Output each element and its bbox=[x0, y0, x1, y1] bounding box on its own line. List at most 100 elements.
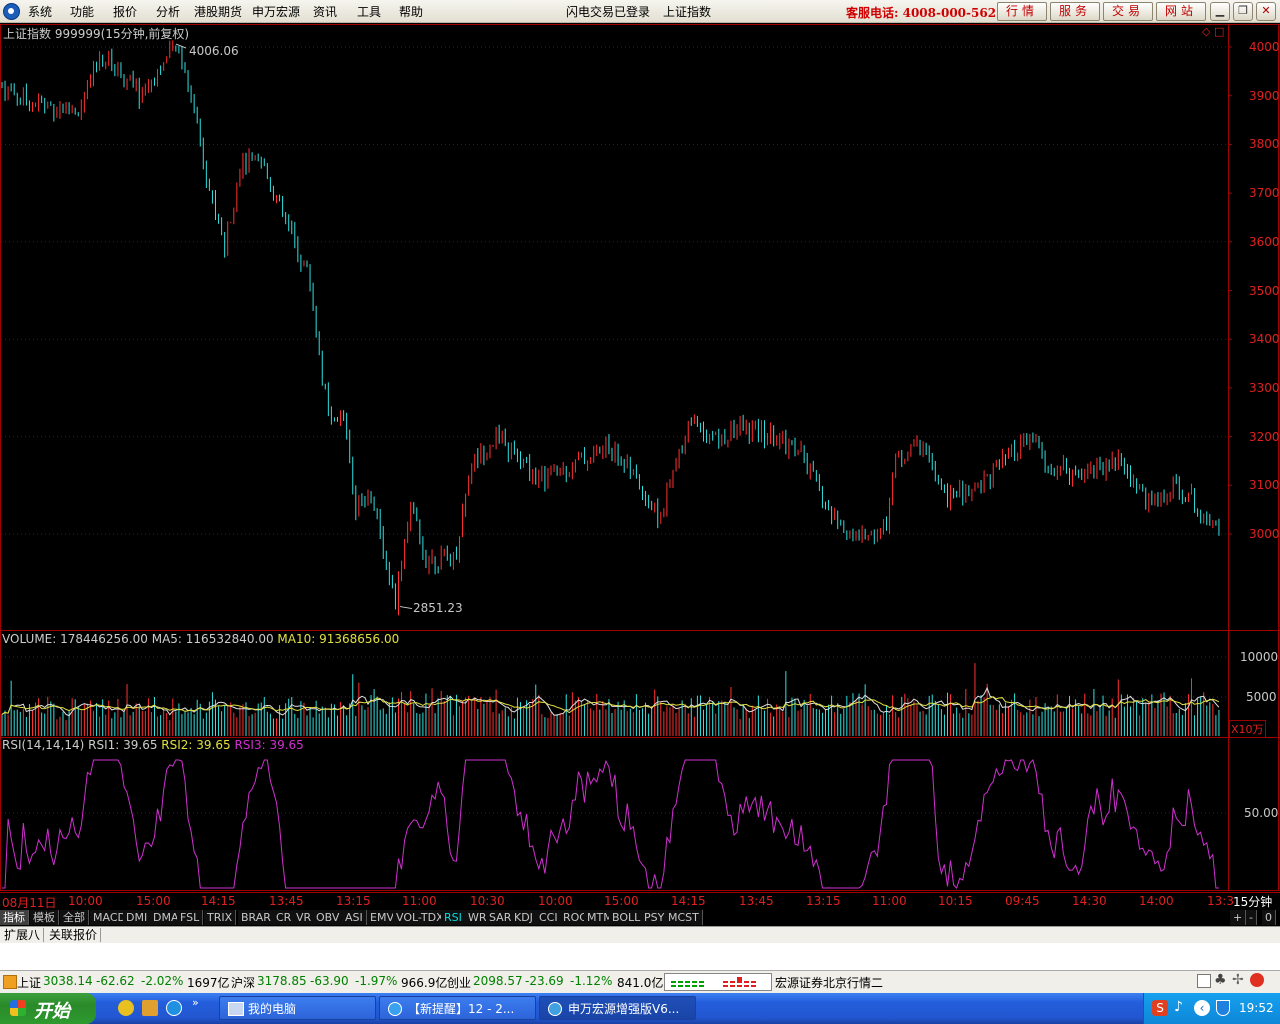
tab-asi[interactable]: ASI bbox=[342, 910, 367, 925]
quotes-button[interactable]: 行情 bbox=[997, 2, 1047, 21]
menu-tools[interactable]: 工具 bbox=[357, 3, 381, 20]
start-button[interactable]: 开始 bbox=[0, 993, 96, 1024]
trade-button[interactable]: 交易 bbox=[1103, 2, 1153, 21]
diamond-icon[interactable]: ◇ □ bbox=[1202, 25, 1224, 38]
alert-icon[interactable] bbox=[1250, 973, 1264, 987]
ie-icon[interactable] bbox=[166, 1000, 182, 1016]
sh-pct: -2.02% bbox=[141, 974, 184, 988]
sh-name: 上证 bbox=[17, 976, 42, 990]
menu-analysis[interactable]: 分析 bbox=[156, 3, 180, 20]
rsi2-value: RSI2: 39.65 bbox=[161, 738, 231, 752]
time-axis-label: 15:00 bbox=[136, 894, 171, 908]
volume-axis-10000: 10000 bbox=[1240, 650, 1279, 664]
tab-fsl[interactable]: FSL bbox=[177, 910, 204, 925]
extreme-marks bbox=[175, 43, 413, 610]
time-axis-label: 14:15 bbox=[201, 894, 236, 908]
quicklaunch-more-icon[interactable]: » bbox=[192, 996, 199, 1009]
tab-rsi[interactable]: RSI bbox=[441, 910, 466, 925]
volume-series bbox=[1, 663, 1220, 736]
volume-axis-5000: 5000 bbox=[1246, 690, 1277, 704]
time-axis-label: 10:00 bbox=[68, 894, 103, 908]
price-axis-label: 3000 bbox=[1249, 527, 1280, 541]
tab-kdj[interactable]: KDJ bbox=[511, 910, 537, 925]
system-tray: S ♪ ‹ 19:52 bbox=[1143, 993, 1280, 1024]
menu-function[interactable]: 功能 bbox=[70, 3, 94, 20]
rsi-axis-50: 50.00 bbox=[1244, 806, 1279, 820]
volume-ma5: MA5: 116532840.00 bbox=[151, 632, 274, 646]
rsi3-value: RSI3: 39.65 bbox=[234, 738, 304, 752]
security-title: 上证指数 bbox=[663, 5, 712, 19]
back-icon[interactable]: ‹ bbox=[1194, 1000, 1210, 1016]
tab-boll[interactable]: BOLL bbox=[609, 910, 645, 925]
cy-name: 创业 bbox=[447, 976, 472, 990]
shield-icon[interactable] bbox=[1216, 1000, 1230, 1016]
volume-ma10: MA10: 91368656.00 bbox=[277, 632, 400, 646]
time-axis-label: 15:00 bbox=[604, 894, 639, 908]
time-axis-label: 13:45 bbox=[269, 894, 304, 908]
hotline-text: 客服电话: 4008-000-562 bbox=[846, 6, 997, 20]
tab-mcst[interactable]: MCST bbox=[665, 910, 703, 925]
service-button[interactable]: 服务 bbox=[1050, 2, 1100, 21]
tab-cci[interactable]: CCI bbox=[536, 910, 562, 925]
menu-swhy[interactable]: 申万宏源 bbox=[252, 3, 300, 20]
menu-bar: 系统 功能 报价 分析 港股期货 申万宏源 资讯 工具 帮助 闪电交易已登录 上… bbox=[0, 0, 1280, 23]
reset-button[interactable]: 0 bbox=[1262, 910, 1276, 925]
menu-help[interactable]: 帮助 bbox=[399, 3, 423, 20]
quicklaunch-icon-1[interactable] bbox=[118, 1000, 134, 1016]
price-axis-label: 3500 bbox=[1249, 283, 1280, 298]
tab-trix[interactable]: TRIX bbox=[204, 910, 237, 925]
restore-icon[interactable]: ❐ bbox=[1233, 2, 1253, 21]
price-axis-label: 3400 bbox=[1249, 332, 1280, 347]
computer-icon bbox=[228, 1002, 244, 1016]
tree-icon[interactable]: ♣ bbox=[1214, 972, 1227, 988]
menu-hk-futures[interactable]: 港股期货 bbox=[194, 3, 242, 20]
tab-all[interactable]: 全部 bbox=[60, 910, 89, 925]
tab-dmi[interactable]: DMI bbox=[123, 910, 152, 925]
time-axis-label: 14:15 bbox=[671, 894, 706, 908]
price-axis-label: 3700 bbox=[1249, 186, 1280, 201]
time-axis-label: 08月11日 bbox=[2, 896, 57, 910]
tab-brar[interactable]: BRAR bbox=[238, 910, 275, 925]
menu-quotes[interactable]: 报价 bbox=[113, 3, 137, 20]
tab-vol-tdx[interactable]: VOL-TDX bbox=[393, 910, 448, 925]
zoom-in-button[interactable]: + bbox=[1230, 910, 1247, 925]
period-label[interactable]: 15分钟 bbox=[1233, 893, 1273, 910]
time-axis-label: 11:00 bbox=[402, 894, 437, 908]
website-button[interactable]: 网站 bbox=[1156, 2, 1206, 21]
time-axis-label: 13:15 bbox=[806, 894, 841, 908]
task-my-computer[interactable]: 我的电脑 bbox=[219, 996, 376, 1020]
app-logo-icon bbox=[3, 3, 20, 20]
windows-logo-icon bbox=[10, 1000, 26, 1016]
volume-value: VOLUME: 178446256.00 bbox=[2, 632, 148, 646]
minimize-icon[interactable]: ▁ bbox=[1210, 2, 1230, 21]
speaker-icon[interactable]: ♪ bbox=[1174, 999, 1183, 1015]
tab-extension-eight[interactable]: 扩展八 bbox=[1, 928, 45, 942]
window-icon[interactable] bbox=[1197, 974, 1211, 988]
close-icon[interactable]: ✕ bbox=[1256, 2, 1276, 21]
menu-system[interactable]: 系统 bbox=[28, 3, 52, 20]
tab-vr[interactable]: VR bbox=[293, 910, 316, 925]
hs-price: 3178.85 bbox=[257, 974, 307, 988]
tab-template[interactable]: 模板 bbox=[30, 910, 59, 925]
tab-obv[interactable]: OBV bbox=[313, 910, 344, 925]
sh-price: 3038.14 bbox=[43, 974, 93, 988]
menu-news[interactable]: 资讯 bbox=[313, 3, 337, 20]
tab-cr[interactable]: CR bbox=[273, 910, 296, 925]
task-trading-app[interactable]: 申万宏源增强版V6... bbox=[539, 996, 696, 1020]
hs-pct: -1.97% bbox=[355, 974, 398, 988]
task-label: 我的电脑 bbox=[248, 1002, 297, 1016]
status-icon bbox=[3, 975, 17, 989]
extension-tab-bar: 扩展八 关联报价 bbox=[0, 926, 1280, 943]
time-axis-label: 13:45 bbox=[739, 894, 774, 908]
task-browser[interactable]: 【新提醒】12 - 2... bbox=[379, 996, 536, 1020]
kline-chart[interactable] bbox=[0, 22, 1280, 910]
rsi-label: RSI(14,14,14) bbox=[2, 738, 85, 752]
tab-indicator[interactable]: 指标 bbox=[0, 910, 29, 925]
quicklaunch-icon-2[interactable] bbox=[142, 1000, 158, 1016]
tab-related-quotes[interactable]: 关联报价 bbox=[46, 928, 102, 942]
input-method-icon[interactable]: S bbox=[1152, 1000, 1168, 1016]
hs-name: 沪深 bbox=[231, 976, 256, 990]
rsi-header: RSI(14,14,14) RSI1: 39.65 RSI2: 39.65 RS… bbox=[2, 738, 304, 752]
zoom-out-button[interactable]: - bbox=[1246, 910, 1257, 925]
puzzle-icon[interactable]: ✢ bbox=[1232, 972, 1244, 988]
